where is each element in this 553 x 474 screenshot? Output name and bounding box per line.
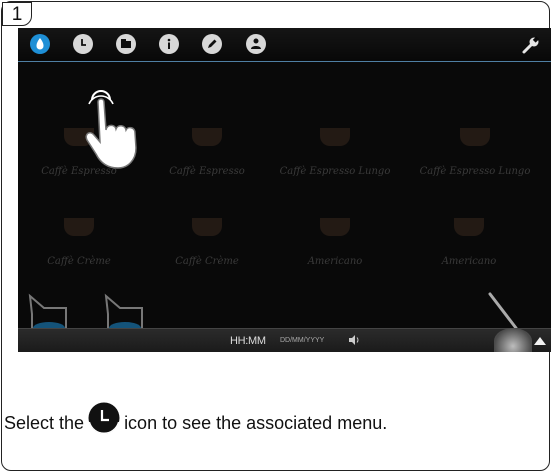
- status-bar: HH:MM DD/MM/YYYY: [18, 328, 551, 352]
- cup-icon: [320, 128, 350, 146]
- clock-icon[interactable]: [73, 34, 93, 54]
- tapping-hand-icon: [85, 90, 137, 169]
- product-label: Americano: [441, 256, 497, 267]
- drip-tray-knob-icon: [494, 328, 532, 352]
- product-label: Caffè Crème: [47, 256, 111, 267]
- caption-text-after: icon to see the associated menu.: [124, 412, 388, 433]
- product-label: Caffè Espresso: [169, 166, 245, 177]
- pencil-icon[interactable]: [202, 34, 222, 54]
- coffee-machine-screen: Caffè Espresso Caffè Espresso Caffè Espr…: [18, 28, 551, 352]
- user-icon[interactable]: [246, 34, 266, 54]
- step-number: 1: [2, 2, 32, 26]
- water-drop-icon[interactable]: [30, 34, 50, 54]
- cup-icon: [320, 218, 350, 236]
- speaker-icon[interactable]: [348, 334, 360, 346]
- up-arrow-icon[interactable]: [534, 335, 546, 345]
- cup-icon: [192, 128, 222, 146]
- product-label: Americano: [307, 256, 363, 267]
- product-tile[interactable]: Caffè Espresso: [146, 128, 268, 177]
- product-label: Caffè Espresso Lungo: [279, 166, 391, 177]
- caption-text-before: Select the: [4, 412, 85, 433]
- time-display: HH:MM: [230, 335, 266, 347]
- product-tile[interactable]: Caffè Espresso Lungo: [414, 128, 536, 177]
- product-tile[interactable]: Americano: [408, 218, 530, 267]
- clock-icon: [88, 402, 120, 434]
- product-tile[interactable]: Americano: [274, 218, 396, 267]
- top-toolbar: [18, 28, 551, 62]
- cleaning-icon[interactable]: [116, 34, 136, 54]
- cup-icon: [64, 218, 94, 236]
- date-display: DD/MM/YYYY: [280, 337, 325, 344]
- instruction-caption: Select the icon to see the associated me…: [4, 402, 388, 441]
- cup-icon: [192, 218, 222, 236]
- info-icon[interactable]: [159, 34, 179, 54]
- wrench-icon[interactable]: [520, 34, 542, 56]
- product-tile[interactable]: Caffè Crème: [18, 218, 140, 267]
- product-tile[interactable]: Caffè Espresso Lungo: [274, 128, 396, 177]
- product-tile[interactable]: Caffè Crème: [146, 218, 268, 267]
- cup-icon: [460, 128, 490, 146]
- product-label: Caffè Crème: [175, 256, 239, 267]
- product-label: Caffè Espresso Lungo: [419, 166, 531, 177]
- cup-icon: [454, 218, 484, 236]
